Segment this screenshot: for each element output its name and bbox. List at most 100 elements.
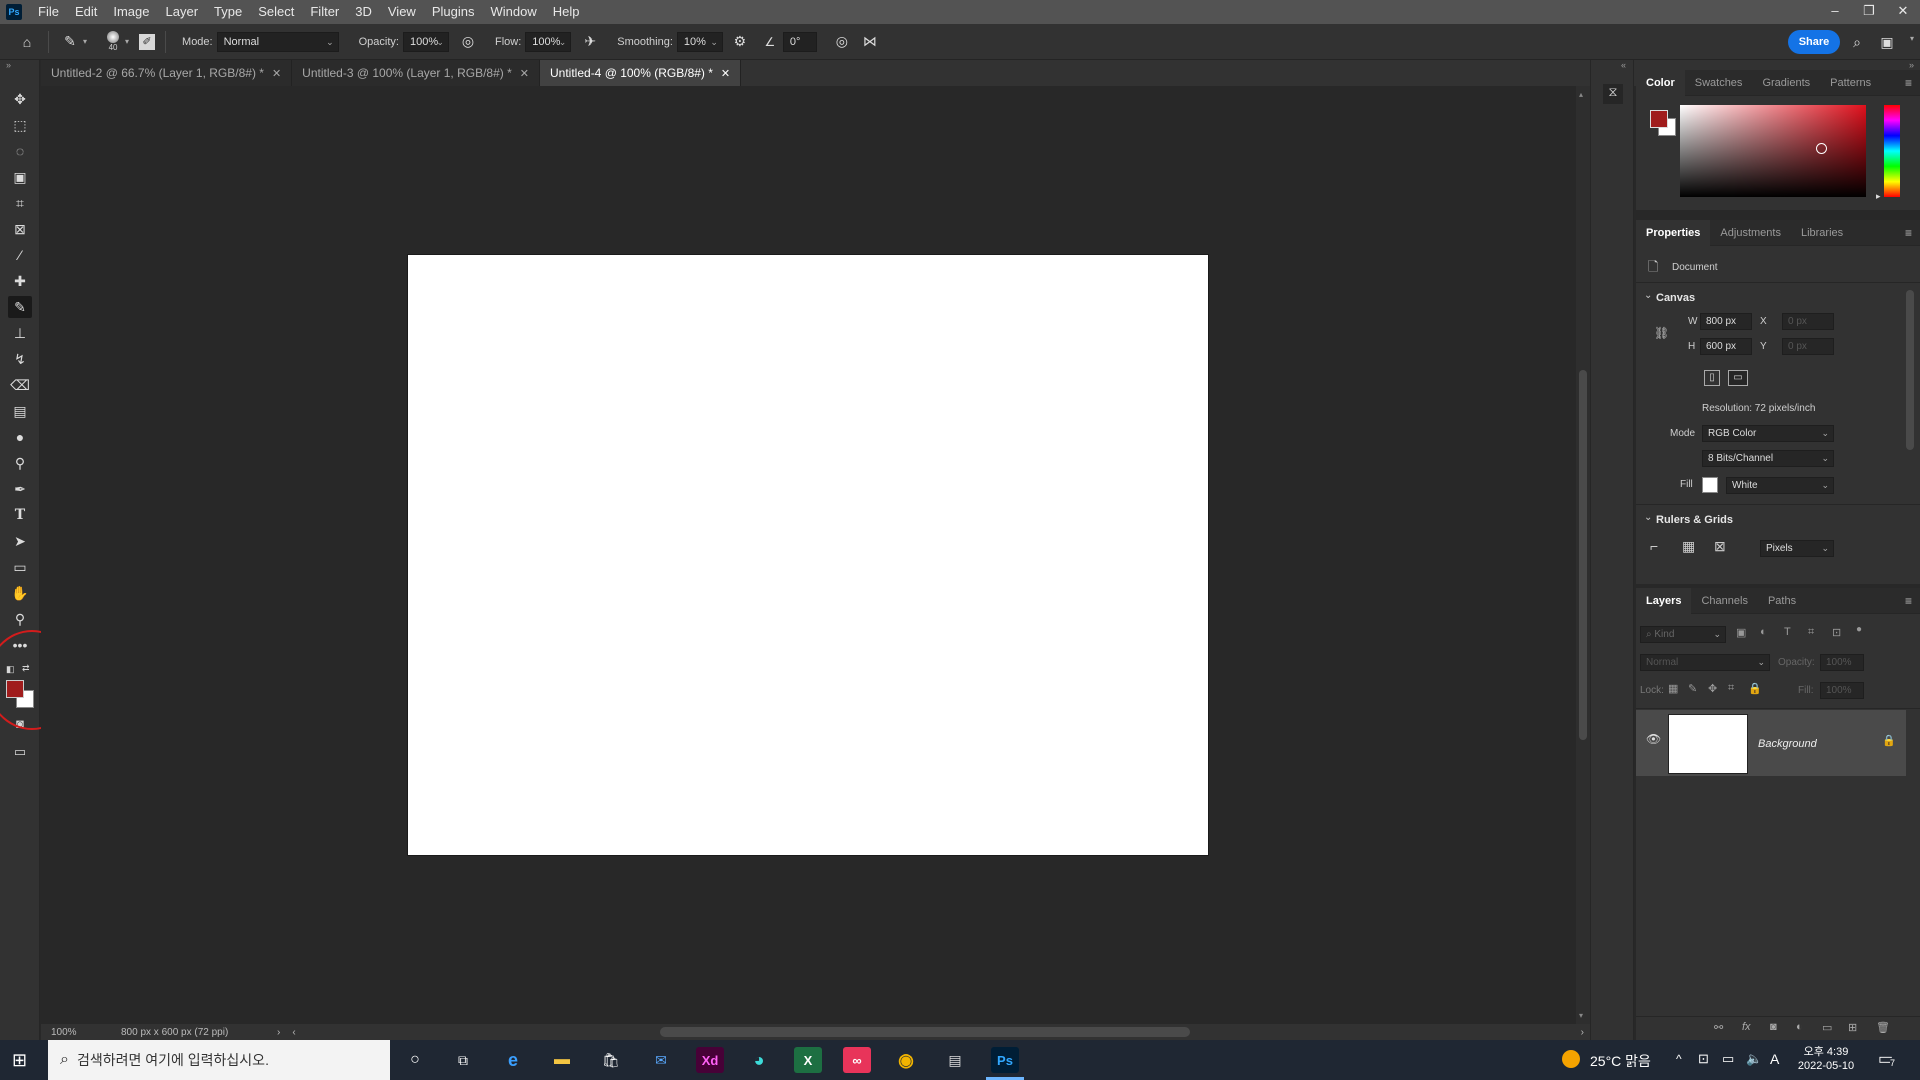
chevron-down-icon[interactable]: ▾	[83, 37, 87, 46]
layer-opacity-field[interactable]: 100%	[1820, 654, 1864, 671]
layer-fill-field[interactable]: 100%	[1820, 682, 1864, 699]
menu-file[interactable]: File	[30, 0, 67, 24]
fill-select[interactable]: White ⌄	[1726, 477, 1834, 494]
chevron-down-icon[interactable]: ▾	[1579, 1011, 1583, 1020]
tab-paths[interactable]: Paths	[1758, 588, 1806, 614]
panel-menu-icon[interactable]: ≡	[1905, 76, 1912, 90]
menu-view[interactable]: View	[380, 0, 424, 24]
brush-settings-panel-icon[interactable]: ✐	[139, 33, 156, 50]
bit-depth-select[interactable]: 8 Bits/Channel ⌄	[1702, 450, 1834, 467]
tab-libraries[interactable]: Libraries	[1791, 220, 1853, 246]
share-button[interactable]: Share	[1788, 30, 1840, 54]
portrait-orientation-icon[interactable]: ▯	[1704, 370, 1720, 386]
eraser-tool-icon[interactable]: ⌫	[8, 374, 32, 396]
microsoft-store-icon[interactable]: 🛍	[597, 1047, 625, 1073]
pixel-filter-icon[interactable]: ▣	[1736, 626, 1746, 639]
lasso-tool-icon[interactable]: ◌	[8, 140, 32, 162]
chrome-icon[interactable]: ◉	[892, 1047, 920, 1073]
adjustment-filter-icon[interactable]: ◐	[1760, 626, 1767, 638]
hue-slider-handle-icon[interactable]: ▸	[1876, 191, 1881, 202]
lock-all-icon[interactable]: 🔒	[1748, 682, 1762, 695]
hand-tool-icon[interactable]: ✋	[8, 582, 32, 604]
close-icon[interactable]: ✕	[520, 68, 529, 80]
gradient-tool-icon[interactable]: ▤	[8, 400, 32, 422]
menu-filter[interactable]: Filter	[302, 0, 347, 24]
chevron-down-icon[interactable]: ▾	[125, 37, 129, 46]
pressure-size-icon[interactable]: ◎	[831, 31, 853, 53]
zoom-level[interactable]: 100%	[51, 1027, 111, 1038]
layer-blend-mode-select[interactable]: Normal ⌄	[1640, 654, 1770, 671]
color-mode-select[interactable]: RGB Color ⌄	[1702, 425, 1834, 442]
creative-cloud-icon[interactable]: ∞	[843, 1047, 871, 1073]
group-folder-icon[interactable]: ▭	[1822, 1021, 1832, 1034]
panel-menu-icon[interactable]: ≡	[1905, 594, 1912, 608]
layer-row-background[interactable]: 👁 Background 🔒	[1636, 710, 1906, 776]
chevron-down-icon[interactable]: ▾	[1910, 34, 1914, 43]
clone-stamp-tool-icon[interactable]: ⊥	[8, 322, 32, 344]
photoshop-app-icon[interactable]: Ps	[6, 4, 22, 20]
history-panel-icon[interactable]: ⧖	[1603, 84, 1623, 104]
menu-window[interactable]: Window	[482, 0, 544, 24]
weather-sun-icon[interactable]	[1562, 1050, 1580, 1068]
eye-visibility-icon[interactable]: 👁	[1646, 732, 1661, 746]
brush-tool-preset-icon[interactable]: ✎	[59, 31, 81, 53]
fill-color-swatch[interactable]	[1702, 477, 1718, 493]
trash-icon[interactable]: 🗑	[1876, 1021, 1890, 1034]
grid-icon[interactable]: ▦	[1682, 538, 1695, 555]
width-field[interactable]: 800 px	[1700, 313, 1752, 330]
tab-adjustments[interactable]: Adjustments	[1710, 220, 1791, 246]
marquee-tool-icon[interactable]: ⬚	[8, 114, 32, 136]
rectangle-tool-icon[interactable]: ▭	[8, 556, 32, 578]
cortana-icon[interactable]: ○	[401, 1047, 429, 1073]
type-filter-icon[interactable]: T	[1784, 626, 1791, 638]
clock-date[interactable]: 2022-05-10	[1796, 1060, 1856, 1072]
mail-icon[interactable]: ✉	[647, 1047, 675, 1073]
brush-angle-field[interactable]: 0°	[782, 31, 817, 52]
pressure-opacity-icon[interactable]: ◎	[457, 31, 479, 53]
height-field[interactable]: 600 px	[1700, 338, 1752, 355]
link-layers-icon[interactable]: ⚯	[1714, 1021, 1723, 1034]
zoom-tool-icon[interactable]: ⚲	[8, 608, 32, 630]
filter-toggle-icon[interactable]: ●	[1856, 624, 1862, 635]
photoshop-taskbar-icon[interactable]: Ps	[991, 1047, 1019, 1073]
display-icon[interactable]: ▭	[1722, 1051, 1734, 1067]
x-field[interactable]: 0 px	[1782, 313, 1834, 330]
close-icon[interactable]: ✕	[721, 68, 730, 80]
adjustment-layer-icon[interactable]: ◐	[1796, 1021, 1803, 1033]
tab-layers[interactable]: Layers	[1636, 587, 1692, 614]
blur-tool-icon[interactable]: ●	[8, 426, 32, 448]
object-selection-tool-icon[interactable]: ▣	[8, 166, 32, 188]
color-picker-cursor[interactable]	[1816, 143, 1827, 154]
tab-untitled-3[interactable]: Untitled-3 @ 100% (Layer 1, RGB/8#) * ✕	[292, 60, 540, 86]
windows-start-icon[interactable]: ⊞	[12, 1050, 27, 1071]
file-explorer-icon[interactable]: ▬	[548, 1047, 576, 1073]
taskbar-search-box[interactable]: ⌕ 검색하려면 여기에 입력하십시오.	[48, 1040, 390, 1080]
network-icon[interactable]: ⊡	[1698, 1051, 1709, 1067]
frame-tool-icon[interactable]: ⊠	[8, 218, 32, 240]
clock-time[interactable]: 오후 4:39	[1796, 1043, 1856, 1059]
link-icon[interactable]: ⛓	[1654, 326, 1669, 340]
opacity-field[interactable]: 100% ⌄	[402, 31, 449, 52]
ruler-icon[interactable]: ⌐	[1650, 538, 1658, 554]
adobe-xd-icon[interactable]: Xd	[696, 1047, 724, 1073]
layer-kind-filter[interactable]: ⌕ Kind ⌄	[1640, 626, 1726, 643]
ime-indicator[interactable]: A	[1770, 1051, 1779, 1067]
path-selection-tool-icon[interactable]: ➤	[8, 530, 32, 552]
smart-object-filter-icon[interactable]: ⊡	[1832, 626, 1841, 639]
landscape-orientation-icon[interactable]: ▭	[1728, 370, 1748, 386]
document-canvas[interactable]	[408, 255, 1208, 855]
chevron-right-icon[interactable]: ›	[277, 1027, 280, 1038]
lock-position-icon[interactable]: ✥	[1708, 682, 1717, 695]
gear-icon[interactable]: ⚙	[729, 31, 751, 53]
shape-filter-icon[interactable]: ⌗	[1808, 626, 1814, 639]
panel-menu-icon[interactable]: ≡	[1905, 226, 1912, 240]
guides-icon[interactable]: ⊠	[1714, 538, 1726, 555]
move-tool-icon[interactable]: ✥	[8, 88, 32, 110]
menu-type[interactable]: Type	[206, 0, 250, 24]
tab-untitled-4[interactable]: Untitled-4 @ 100% (RGB/8#) * ✕	[540, 60, 742, 86]
menu-layer[interactable]: Layer	[158, 0, 207, 24]
speaker-muted-icon[interactable]: 🔈	[1746, 1051, 1762, 1067]
chevron-up-icon[interactable]: ^	[1676, 1052, 1682, 1066]
tab-properties[interactable]: Properties	[1636, 219, 1711, 246]
tab-patterns[interactable]: Patterns	[1820, 70, 1881, 96]
